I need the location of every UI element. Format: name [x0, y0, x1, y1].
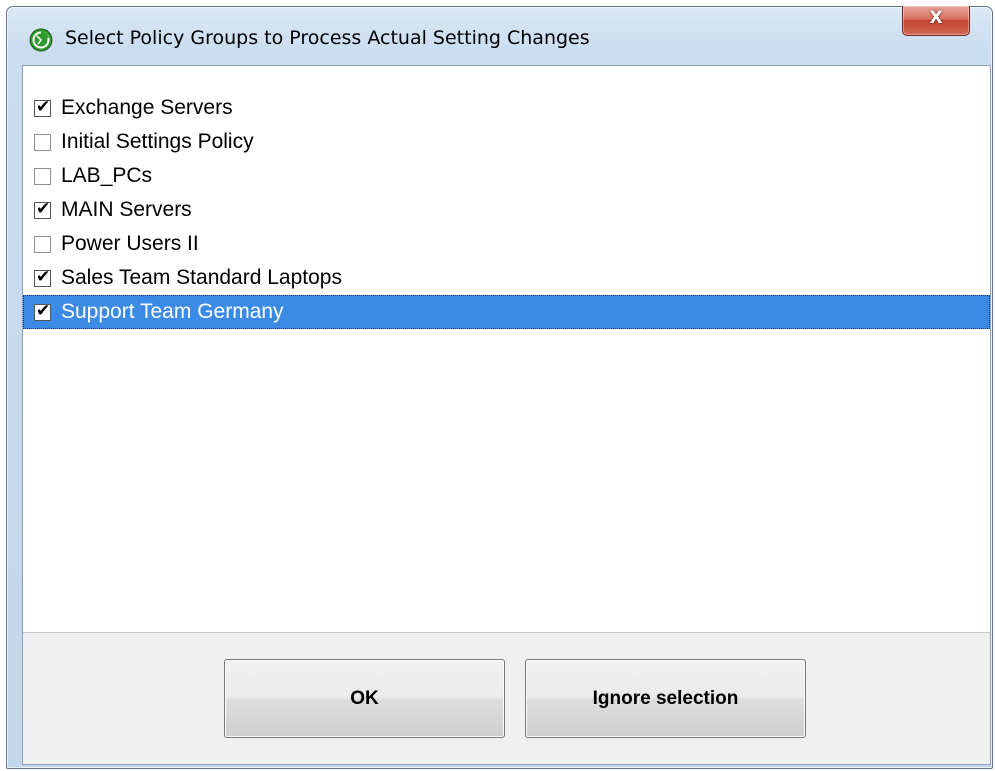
ok-button[interactable]: OK [224, 659, 505, 738]
screen: Select Policy Groups to Process Actual S… [0, 0, 995, 771]
checkmark-icon: ✔ [36, 300, 51, 321]
checkbox-unchecked[interactable] [34, 133, 51, 151]
app-logo-icon [29, 28, 53, 52]
window-title: Select Policy Groups to Process Actual S… [65, 27, 590, 49]
policy-group-item[interactable]: ✔ Support Team Germany [23, 295, 990, 329]
policy-group-label: Support Team Germany [61, 300, 284, 323]
dialog-window: Select Policy Groups to Process Actual S… [6, 6, 993, 769]
button-bar: OK Ignore selection [23, 632, 990, 764]
close-button[interactable]: X [902, 6, 970, 36]
policy-group-label: Initial Settings Policy [61, 130, 254, 153]
checkbox-checked[interactable]: ✔ [34, 198, 51, 219]
policy-group-item[interactable]: LAB_PCs [23, 159, 990, 193]
policy-group-item[interactable]: Initial Settings Policy [23, 125, 990, 159]
policy-group-label: Sales Team Standard Laptops [61, 266, 342, 289]
checkbox-checked[interactable]: ✔ [34, 96, 51, 117]
checkmark-icon: ✔ [36, 96, 51, 117]
close-icon: X [929, 8, 943, 28]
checkbox-unchecked[interactable] [34, 167, 51, 185]
policy-group-item[interactable]: ✔ Sales Team Standard Laptops [23, 261, 990, 295]
policy-group-item[interactable]: ✔ Exchange Servers [23, 91, 990, 125]
checkbox-checked[interactable]: ✔ [34, 266, 51, 287]
policy-group-item[interactable]: Power Users II [23, 227, 990, 261]
dialog-content: ✔ Exchange Servers Initial Settings Policy… [22, 65, 991, 765]
ignore-selection-button[interactable]: Ignore selection [525, 659, 806, 738]
checkbox-unchecked[interactable] [34, 235, 51, 253]
policy-group-label: Power Users II [61, 232, 199, 255]
checkmark-icon: ✔ [36, 198, 51, 219]
policy-group-label: Exchange Servers [61, 96, 233, 119]
title-bar[interactable]: Select Policy Groups to Process Actual S… [7, 6, 992, 65]
policy-group-item[interactable]: ✔ MAIN Servers [23, 193, 990, 227]
checkbox-checked[interactable]: ✔ [34, 300, 51, 321]
checkmark-icon: ✔ [36, 266, 51, 287]
policy-group-label: MAIN Servers [61, 198, 192, 221]
policy-group-label: LAB_PCs [61, 164, 153, 187]
policy-group-list[interactable]: ✔ Exchange Servers Initial Settings Policy… [23, 91, 990, 329]
